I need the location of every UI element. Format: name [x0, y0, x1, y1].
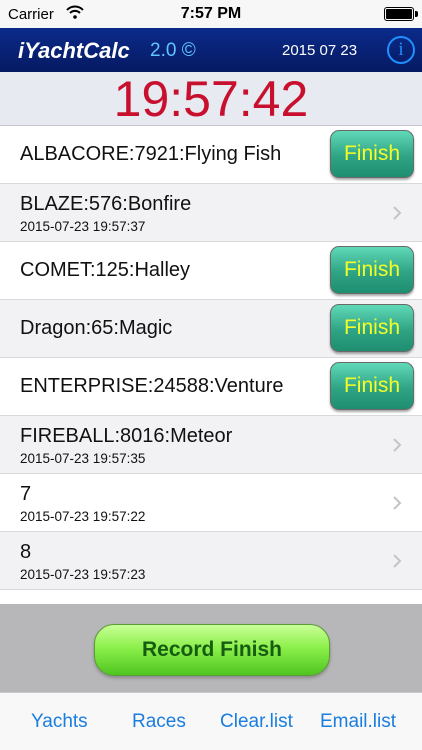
- yacht-title: BLAZE:576:Bonfire: [20, 193, 192, 215]
- list-item[interactable]: Dragon:65:Magic Finish: [0, 300, 422, 358]
- yacht-title: ALBACORE:7921:Flying Fish: [20, 143, 282, 165]
- list-item[interactable]: BLAZE:576:Bonfire 2015-07-23 19:57:37: [0, 184, 422, 242]
- tab-bar: Yachts Races Clear.list Email.list: [0, 692, 422, 750]
- finish-timestamp: 2015-07-23 19:57:23: [20, 567, 146, 582]
- tab-email-list[interactable]: Email.list: [320, 711, 396, 733]
- nav-date: 2015 07 23: [282, 42, 358, 59]
- finish-button[interactable]: Finish: [330, 246, 414, 294]
- yacht-title: Dragon:65:Magic: [20, 317, 173, 339]
- chevron-right-icon: [393, 206, 402, 220]
- tab-clear-list[interactable]: Clear.list: [220, 711, 293, 733]
- yacht-title: 8: [20, 541, 32, 563]
- tab-yachts[interactable]: Yachts: [31, 711, 88, 733]
- app-title: iYachtCalc: [18, 38, 130, 63]
- list-item[interactable]: FIREBALL:8016:Meteor 2015-07-23 19:57:35: [0, 416, 422, 474]
- info-icon[interactable]: i: [387, 36, 415, 64]
- race-clock: 19:57:42: [113, 71, 309, 127]
- yacht-title: FIREBALL:8016:Meteor: [20, 425, 233, 447]
- finish-button[interactable]: Finish: [330, 362, 414, 410]
- list-item[interactable]: COMET:125:Halley Finish: [0, 242, 422, 300]
- yacht-list: ALBACORE:7921:Flying Fish Finish BLAZE:5…: [0, 126, 422, 604]
- tab-races[interactable]: Races: [132, 711, 186, 733]
- chevron-right-icon: [393, 554, 402, 568]
- list-item[interactable]: 7 2015-07-23 19:57:22: [0, 474, 422, 532]
- finish-timestamp: 2015-07-23 19:57:22: [20, 509, 146, 524]
- yacht-title: 7: [20, 483, 32, 505]
- status-bar: Carrier 7:57 PM: [0, 0, 422, 28]
- record-finish-button[interactable]: Record Finish: [94, 624, 330, 676]
- app-version: 2.0 ©: [150, 40, 196, 61]
- list-item[interactable]: ENTERPRISE:24588:Venture Finish: [0, 358, 422, 416]
- yacht-title: COMET:125:Halley: [20, 259, 191, 281]
- battery-icon: [384, 7, 418, 21]
- clock-panel: 19:57:42: [0, 72, 422, 126]
- finish-button[interactable]: Finish: [330, 130, 414, 178]
- finish-button[interactable]: Finish: [330, 304, 414, 352]
- record-panel: Record Finish: [0, 604, 422, 692]
- nav-bar: iYachtCalc 2.0 © 2015 07 23 i: [0, 28, 422, 72]
- chevron-right-icon: [393, 496, 402, 510]
- yacht-title: ENTERPRISE:24588:Venture: [20, 375, 284, 397]
- chevron-right-icon: [393, 438, 402, 452]
- list-item[interactable]: ALBACORE:7921:Flying Fish Finish: [0, 126, 422, 184]
- finish-timestamp: 2015-07-23 19:57:35: [20, 451, 146, 466]
- finish-timestamp: 2015-07-23 19:57:37: [20, 219, 146, 234]
- status-time: 7:57 PM: [180, 5, 242, 22]
- list-item[interactable]: 8 2015-07-23 19:57:23: [0, 532, 422, 590]
